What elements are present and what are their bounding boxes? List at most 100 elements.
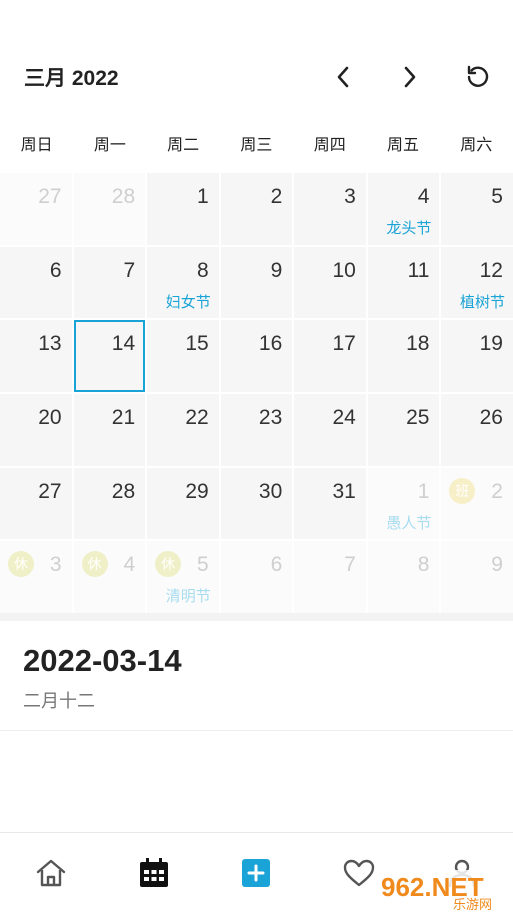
- day-number: 30: [258, 479, 283, 503]
- day-number: 14: [111, 332, 136, 356]
- calendar-day-cell[interactable]: 7: [73, 246, 146, 319]
- weekday-label: 周三: [240, 137, 273, 154]
- calendar-day-cell[interactable]: 30: [220, 467, 293, 540]
- day-badge: 休: [81, 551, 108, 578]
- calendar-grid: 27 28 1 2 3 4 龙头节 5 6 7 8 妇女节 9 10 11 12 植树节 13 14 15 16 17 18…: [0, 173, 513, 613]
- holiday-label: 愚人节: [386, 514, 432, 532]
- nav-add[interactable]: [205, 833, 308, 913]
- day-number: 3: [344, 185, 356, 208]
- section-divider: [0, 613, 513, 621]
- nav-home[interactable]: [0, 833, 103, 913]
- holiday-label: 清明节: [165, 588, 211, 606]
- calendar-day-cell[interactable]: 18: [367, 320, 440, 392]
- calendar-day-cell[interactable]: 1: [147, 173, 219, 245]
- day-number: 13: [38, 332, 62, 356]
- calendar-day-cell[interactable]: 8: [367, 541, 440, 613]
- detail-divider: [0, 730, 513, 731]
- watermark-logo: 962.NET 乐游网: [373, 870, 513, 913]
- day-number: 2: [491, 479, 503, 503]
- calendar-day-cell[interactable]: 27: [0, 173, 72, 245]
- day-number: 18: [406, 332, 430, 356]
- holiday-label: 龙头节: [386, 220, 432, 237]
- weekday-label: 周五: [386, 137, 419, 154]
- day-number: 4: [417, 185, 430, 208]
- holiday-label: 植树节: [459, 293, 505, 311]
- day-number: 6: [49, 258, 62, 282]
- day-number: 9: [491, 553, 503, 577]
- calendar-day-cell[interactable]: 17: [294, 320, 366, 392]
- chevron-right-icon: [404, 66, 416, 88]
- calendar-day-cell[interactable]: 10: [294, 246, 366, 319]
- day-number: 21: [111, 405, 136, 429]
- nav-calendar[interactable]: [103, 833, 206, 913]
- calendar-day-cell[interactable]: 6: [0, 246, 72, 319]
- calendar-day-cell[interactable]: 31: [294, 467, 366, 540]
- day-number: 12: [479, 258, 503, 282]
- calendar-day-cell[interactable]: 4 龙头节: [367, 173, 440, 245]
- day-badge: 班: [449, 477, 476, 504]
- day-number: 26: [479, 405, 503, 429]
- calendar-day-cell[interactable]: 班2: [441, 467, 513, 540]
- day-number: 1: [197, 185, 209, 208]
- calendar-day-cell[interactable]: 26: [441, 393, 513, 466]
- calendar-day-cell[interactable]: 3: [294, 173, 366, 245]
- calendar-day-cell[interactable]: 29: [147, 467, 219, 540]
- calendar-day-cell[interactable]: 休 5 清明节: [147, 541, 219, 613]
- day-number: 4: [123, 553, 136, 577]
- calendar-day-cell[interactable]: 12 植树节: [441, 246, 513, 319]
- heart-icon: [343, 859, 375, 887]
- calendar-day-cell[interactable]: 9: [220, 246, 293, 319]
- calendar-day-cell[interactable]: 9: [441, 541, 513, 613]
- calendar-day-cell[interactable]: 14: [73, 320, 146, 392]
- watermark-sub: 乐游网: [453, 898, 492, 912]
- calendar-day-cell[interactable]: 20: [0, 393, 72, 466]
- weekday-label: 周一: [93, 137, 126, 154]
- calendar-day-cell[interactable]: 16: [220, 320, 293, 392]
- day-number: 10: [332, 258, 356, 282]
- weekday-label: 周四: [313, 137, 346, 154]
- day-number: 2: [270, 185, 283, 208]
- weekday-label: 周二: [167, 137, 200, 154]
- day-badge: 休: [155, 551, 182, 578]
- lunar-date: 二月十二: [23, 691, 95, 711]
- day-number: 31: [332, 479, 356, 503]
- prev-month-button[interactable]: [326, 60, 360, 94]
- calendar-day-cell[interactable]: 13: [0, 320, 72, 392]
- header: 三月 2022: [0, 0, 513, 120]
- calendar-day-cell[interactable]: 1 愚人节: [367, 467, 440, 540]
- calendar-day-cell[interactable]: 休4: [73, 541, 146, 613]
- calendar-day-cell[interactable]: 24: [294, 393, 366, 466]
- home-icon: [37, 859, 66, 887]
- day-number: 27: [38, 185, 62, 208]
- calendar-day-cell[interactable]: 7: [294, 541, 366, 613]
- weekday-label: 周六: [460, 137, 493, 154]
- calendar-day-cell[interactable]: 8 妇女节: [147, 246, 219, 319]
- calendar-day-cell[interactable]: 25: [367, 393, 440, 466]
- add-icon: [242, 859, 271, 887]
- watermark: 962.NET 乐游网: [373, 856, 513, 913]
- calendar-day-cell[interactable]: 28: [73, 173, 146, 245]
- calendar-day-cell[interactable]: 15: [147, 320, 219, 392]
- calendar-day-cell[interactable]: 27: [0, 467, 72, 540]
- calendar-day-cell[interactable]: 6: [220, 541, 293, 613]
- calendar-day-cell[interactable]: 5: [441, 173, 513, 245]
- day-number: 25: [406, 405, 430, 429]
- holiday-label: 妇女节: [165, 293, 211, 311]
- calendar-day-cell[interactable]: 23: [220, 393, 293, 466]
- calendar-day-cell[interactable]: 11: [367, 246, 440, 319]
- calendar-day-cell[interactable]: 2: [220, 173, 293, 245]
- calendar-day-cell[interactable]: 休3: [0, 541, 72, 613]
- calendar-day-cell[interactable]: 21: [73, 393, 146, 466]
- day-number: 5: [197, 553, 209, 577]
- calendar-day-cell[interactable]: 19: [441, 320, 513, 392]
- day-badge: 休: [8, 551, 34, 578]
- day-number: 22: [185, 405, 209, 429]
- refresh-button[interactable]: [461, 60, 495, 94]
- day-number: 20: [38, 405, 62, 429]
- calendar-day-cell[interactable]: 28: [73, 467, 146, 540]
- next-month-button[interactable]: [393, 60, 427, 94]
- day-number: 28: [111, 479, 136, 503]
- day-number: 28: [111, 185, 136, 208]
- calendar-day-cell[interactable]: 22: [147, 393, 219, 466]
- day-number: 27: [38, 479, 62, 503]
